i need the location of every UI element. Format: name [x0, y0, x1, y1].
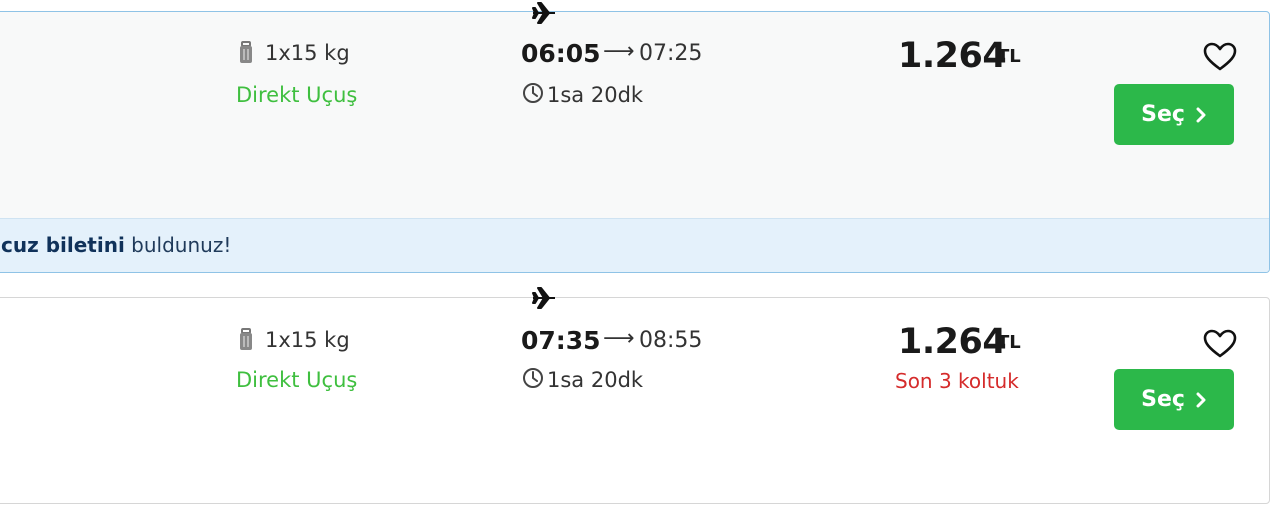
- banner-bold-text: cuz biletini: [1, 233, 125, 257]
- chevron-right-icon: [1196, 392, 1206, 407]
- flight-duration: 1sa 20dk: [547, 368, 644, 392]
- select-button[interactable]: Seç: [1114, 369, 1234, 430]
- clock-icon: [522, 82, 544, 104]
- price: 1.264: [898, 322, 1007, 362]
- departure-time: 07:35: [521, 326, 601, 355]
- baggage-allowance: 1x15 kg: [265, 328, 350, 352]
- plane-icon: [531, 285, 557, 311]
- currency: TL: [997, 332, 1021, 353]
- flight-type: Direkt Uçuş: [236, 368, 358, 392]
- flight-card: 1x15 kg Direkt Uçuş 07:35 ⟶ 08:55 1sa 20…: [0, 297, 1270, 504]
- seats-left-warning: Son 3 koltuk: [895, 369, 1019, 393]
- baggage-allowance: 1x15 kg: [265, 41, 350, 65]
- heart-icon[interactable]: [1203, 329, 1237, 359]
- arrival-time: 07:25: [639, 41, 703, 66]
- banner-rest-text: buldunuz!: [131, 233, 232, 257]
- price: 1.264: [898, 36, 1007, 76]
- arrival-time: 08:55: [639, 328, 703, 353]
- departure-time: 06:05: [521, 39, 601, 68]
- flight-card: 1x15 kg Direkt Uçuş 06:05 ⟶ 07:25 1sa 20…: [0, 11, 1270, 273]
- plane-icon: [531, 0, 557, 26]
- arrow-icon: ⟶: [603, 326, 635, 351]
- flight-type: Direkt Uçuş: [236, 83, 358, 107]
- select-button[interactable]: Seç: [1114, 84, 1234, 145]
- chevron-right-icon: [1196, 107, 1206, 122]
- luggage-icon: [236, 41, 256, 65]
- select-button-label: Seç: [1141, 387, 1185, 412]
- currency: TL: [997, 46, 1021, 67]
- cheapest-ticket-banner: cuz biletini buldunuz!: [0, 218, 1269, 272]
- clock-icon: [522, 367, 544, 389]
- arrow-icon: ⟶: [603, 39, 635, 64]
- flight-duration: 1sa 20dk: [547, 83, 644, 107]
- luggage-icon: [236, 328, 256, 352]
- select-button-label: Seç: [1141, 102, 1185, 127]
- heart-icon[interactable]: [1203, 42, 1237, 72]
- banner-text: cuz biletini buldunuz!: [1, 233, 231, 257]
